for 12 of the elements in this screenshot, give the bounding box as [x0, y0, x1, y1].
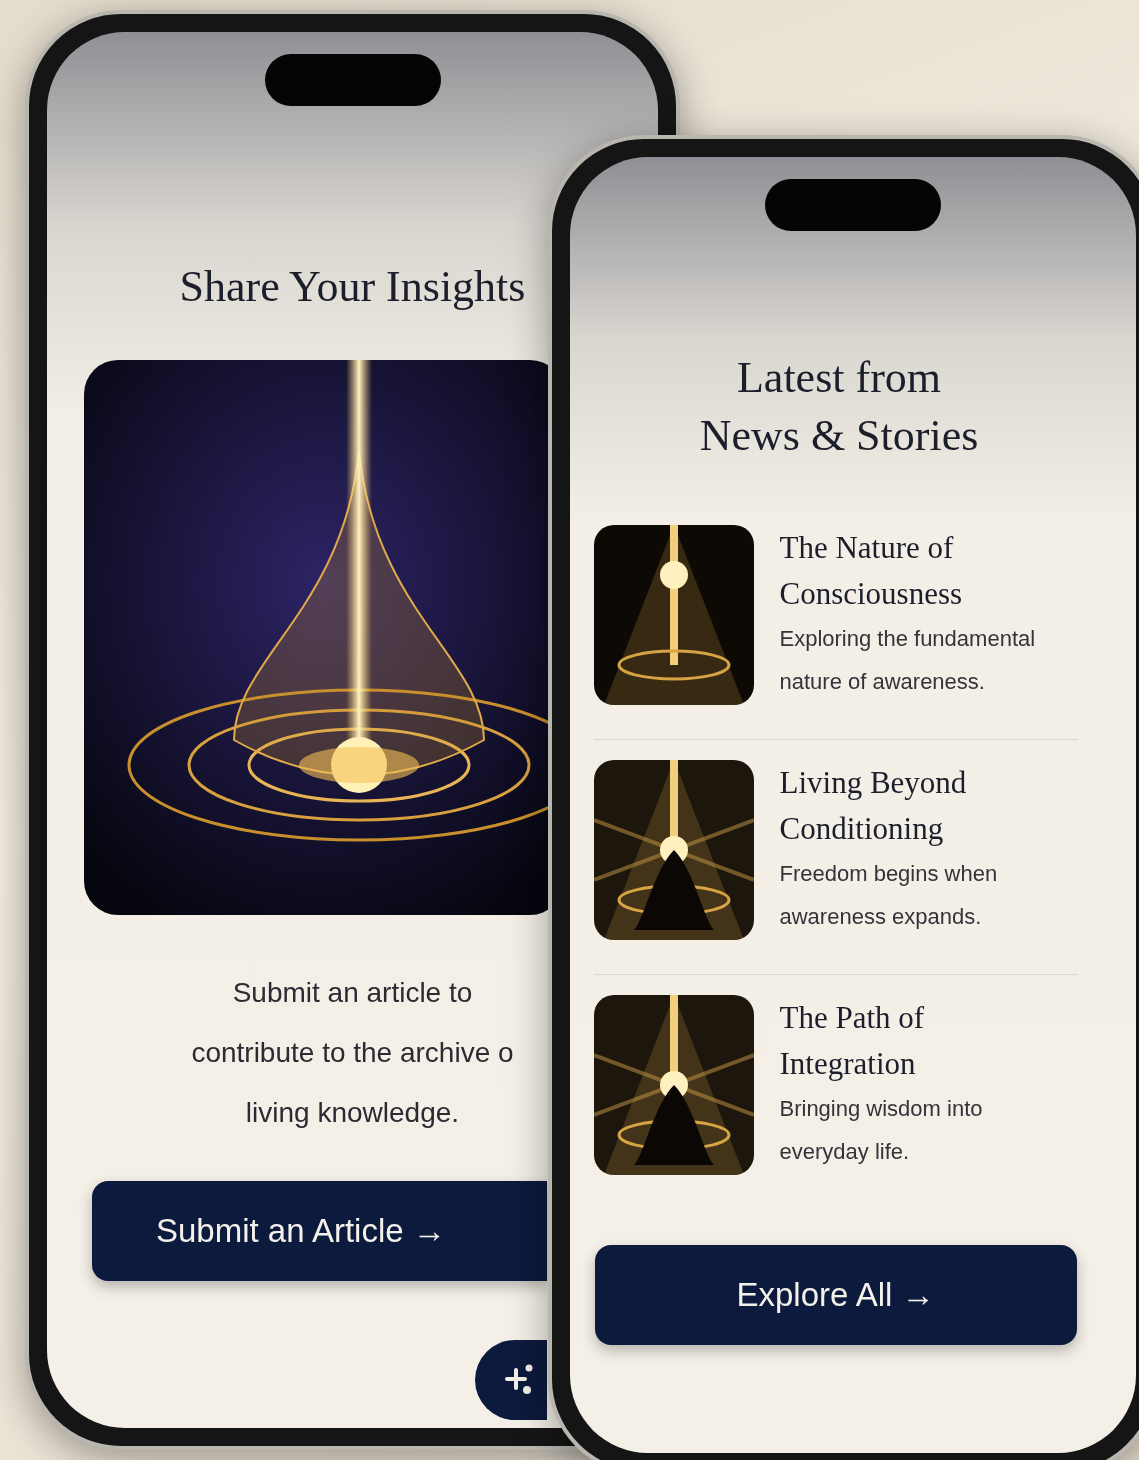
- submit-article-button[interactable]: Submit an Article →: [92, 1181, 547, 1282]
- article-summary: Freedom begins when awareness expands.: [779, 860, 998, 932]
- article-title[interactable]: The Nature of Consciousness: [779, 525, 1036, 618]
- article-summary: Bringing wisdom into everyday life.: [779, 1095, 983, 1167]
- explore-all-button[interactable]: Explore All →: [594, 1245, 1077, 1346]
- article-title[interactable]: Living Beyond Conditioning: [779, 760, 998, 853]
- screen-heading: Share Your Insights: [179, 261, 526, 313]
- article-title[interactable]: The Path of Integration: [779, 995, 983, 1088]
- article-summary: Exploring the fundamental nature of awareness.: [779, 625, 1036, 697]
- section-title: Latest from News & Stories: [699, 352, 979, 463]
- description-text: Submit an article to contribute to the archive o living knowledge.: [191, 976, 514, 1131]
- sparkle-button[interactable]: [475, 1340, 547, 1420]
